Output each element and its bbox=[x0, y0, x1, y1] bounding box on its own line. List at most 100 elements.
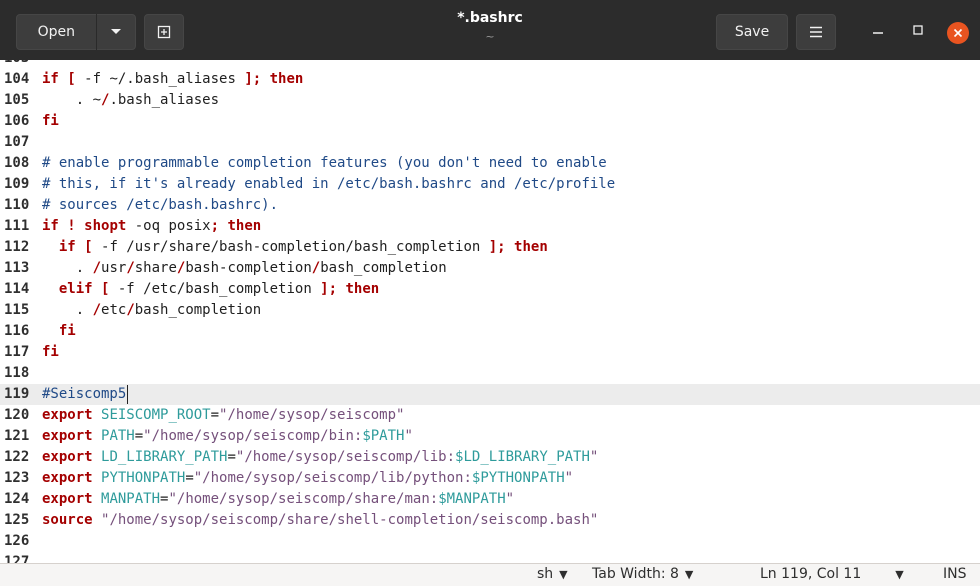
tab-width-selector[interactable]: Tab Width: 8 ▼ bbox=[592, 566, 693, 582]
line-number: 105 bbox=[4, 92, 30, 108]
chevron-down-icon: ▼ bbox=[895, 568, 904, 581]
line-number: 125 bbox=[4, 512, 30, 528]
minimize-button[interactable] bbox=[870, 20, 886, 40]
code-text: # sources /etc/bash.bashrc). bbox=[42, 195, 278, 216]
code-token: # this, if it's already enabled in /etc/… bbox=[42, 176, 616, 192]
code-token: if bbox=[58, 239, 76, 255]
code-line[interactable]: 107 bbox=[0, 132, 980, 153]
code-line[interactable]: 109 # this, if it's already enabled in /e… bbox=[0, 174, 980, 195]
line-number: 121 bbox=[4, 428, 30, 444]
code-line[interactable]: 113 . /usr/share/bash-completion/bash_co… bbox=[0, 258, 980, 279]
code-line[interactable]: 108 # enable programmable completion feat… bbox=[0, 153, 980, 174]
code-token: bash_completion bbox=[134, 302, 262, 318]
cursor-position-selector[interactable]: Ln 119, Col 11 ▼ bbox=[760, 566, 904, 582]
code-token: export bbox=[42, 407, 93, 423]
hamburger-menu-icon bbox=[810, 26, 822, 38]
code-token: = bbox=[210, 407, 220, 423]
code-line[interactable]: 123 export PYTHONPATH="/home/sysop/seisco… bbox=[0, 468, 980, 489]
status-bar: sh ▼ Tab Width: 8 ▼ Ln 119, Col 11 ▼ INS bbox=[0, 563, 980, 586]
code-token: if bbox=[42, 71, 59, 87]
code-line[interactable]: 116 fi bbox=[0, 321, 980, 342]
code-line[interactable]: 106 fi bbox=[0, 111, 980, 132]
language-label: sh bbox=[537, 566, 554, 582]
code-token: . bbox=[42, 302, 93, 318]
code-line[interactable]: 124 export MANPATH="/home/sysop/seiscomp/… bbox=[0, 489, 980, 510]
code-token: "/home/sysop/seiscomp/bin: bbox=[143, 428, 363, 444]
text-cursor bbox=[127, 385, 129, 404]
main-menu-button[interactable] bbox=[796, 14, 836, 50]
save-button[interactable]: Save bbox=[716, 14, 788, 50]
code-token: / bbox=[126, 260, 135, 276]
code-token: bash-completion bbox=[185, 260, 312, 276]
code-line[interactable]: 111 if ! shopt -oq posix; then bbox=[0, 216, 980, 237]
code-line[interactable]: 127 bbox=[0, 552, 980, 563]
code-line[interactable]: 118 bbox=[0, 363, 980, 384]
code-token: # enable programmable completion feature… bbox=[42, 155, 607, 171]
line-number: 114 bbox=[4, 281, 30, 297]
code-line[interactable]: 117 fi bbox=[0, 342, 980, 363]
code-line[interactable]: 126 bbox=[0, 531, 980, 552]
code-token: usr bbox=[101, 260, 127, 276]
code-token: export bbox=[42, 491, 93, 507]
line-number: 115 bbox=[4, 302, 30, 318]
line-number: 107 bbox=[4, 134, 30, 150]
code-line[interactable]: 104 if [ -f ~/.bash_aliases ]; then bbox=[0, 69, 980, 90]
code-token: then bbox=[345, 281, 380, 297]
code-token: / bbox=[311, 260, 321, 276]
code-text: fi bbox=[42, 342, 59, 363]
code-token: then bbox=[269, 71, 304, 87]
minimize-icon bbox=[873, 32, 883, 34]
line-number: 118 bbox=[4, 365, 30, 381]
line-number: 123 bbox=[4, 470, 30, 486]
code-token: "/home/sysop/seiscomp/lib: bbox=[235, 449, 456, 465]
code-text: export SEISCOMP_ROOT="/home/sysop/seisco… bbox=[42, 405, 404, 426]
code-text: . /usr/share/bash-completion/bash_comple… bbox=[42, 258, 447, 279]
code-line[interactable]: 119 #Seiscomp5 bbox=[0, 384, 980, 405]
code-line[interactable]: 115 . /etc/bash_completion bbox=[0, 300, 980, 321]
code-text: . /etc/bash_completion bbox=[42, 300, 261, 321]
chevron-down-icon: ▼ bbox=[684, 568, 694, 581]
code-token: $LD_LIBRARY_PATH bbox=[455, 449, 590, 465]
code-line[interactable]: 110 # sources /etc/bash.bashrc). bbox=[0, 195, 980, 216]
code-token: "/home/sysop/seiscomp/lib/python: bbox=[193, 470, 472, 486]
code-token: export bbox=[42, 449, 93, 465]
text-editor-area[interactable]: 103104if [ -f ~/.bash_aliases ]; then105… bbox=[0, 60, 980, 563]
close-button[interactable] bbox=[947, 22, 969, 44]
code-token: LD_LIBRARY_PATH bbox=[101, 449, 228, 465]
maximize-button[interactable] bbox=[910, 20, 926, 40]
code-token: # sources /etc/bash.bashrc). bbox=[42, 197, 279, 213]
code-token: shopt bbox=[84, 218, 127, 234]
code-token: then bbox=[227, 218, 262, 234]
code-line[interactable]: 120 export SEISCOMP_ROOT="/home/sysop/sei… bbox=[0, 405, 980, 426]
code-line[interactable]: 105 . ~/.bash_aliases bbox=[0, 90, 980, 111]
code-text: if [ -f ~/.bash_aliases ]; then bbox=[42, 69, 303, 90]
code-text: . ~/.bash_aliases bbox=[42, 90, 219, 111]
code-line[interactable]: 112 if [ -f /usr/share/bash-completion/b… bbox=[0, 237, 980, 258]
language-selector[interactable]: sh ▼ bbox=[537, 566, 568, 582]
code-token: / bbox=[92, 302, 102, 318]
code-token: export bbox=[42, 428, 93, 444]
code-token: ; bbox=[210, 218, 220, 234]
line-number: 119 bbox=[4, 386, 30, 402]
code-token: MANPATH bbox=[101, 491, 161, 507]
code-line[interactable]: 122 export LD_LIBRARY_PATH="/home/sysop/s… bbox=[0, 447, 980, 468]
code-line[interactable]: 114 elif [ -f /etc/bash_completion ]; th… bbox=[0, 279, 980, 300]
code-line[interactable]: 125 source "/home/sysop/seiscomp/share/sh… bbox=[0, 510, 980, 531]
code-line[interactable]: 121 export PATH="/home/sysop/seiscomp/bin… bbox=[0, 426, 980, 447]
code-token: ]; bbox=[244, 71, 262, 87]
code-text: if [ -f /usr/share/bash-completion/bash_… bbox=[42, 237, 548, 258]
code-token: "/home/sysop/seiscomp/share/man: bbox=[168, 491, 439, 507]
code-text: export PYTHONPATH="/home/sysop/seiscomp/… bbox=[42, 468, 573, 489]
code-line[interactable]: 103 bbox=[0, 60, 980, 69]
code-token: $PYTHONPATH bbox=[471, 470, 565, 486]
code-token: ]; bbox=[488, 239, 506, 255]
line-number: 106 bbox=[4, 113, 30, 129]
code-text: fi bbox=[42, 321, 76, 342]
